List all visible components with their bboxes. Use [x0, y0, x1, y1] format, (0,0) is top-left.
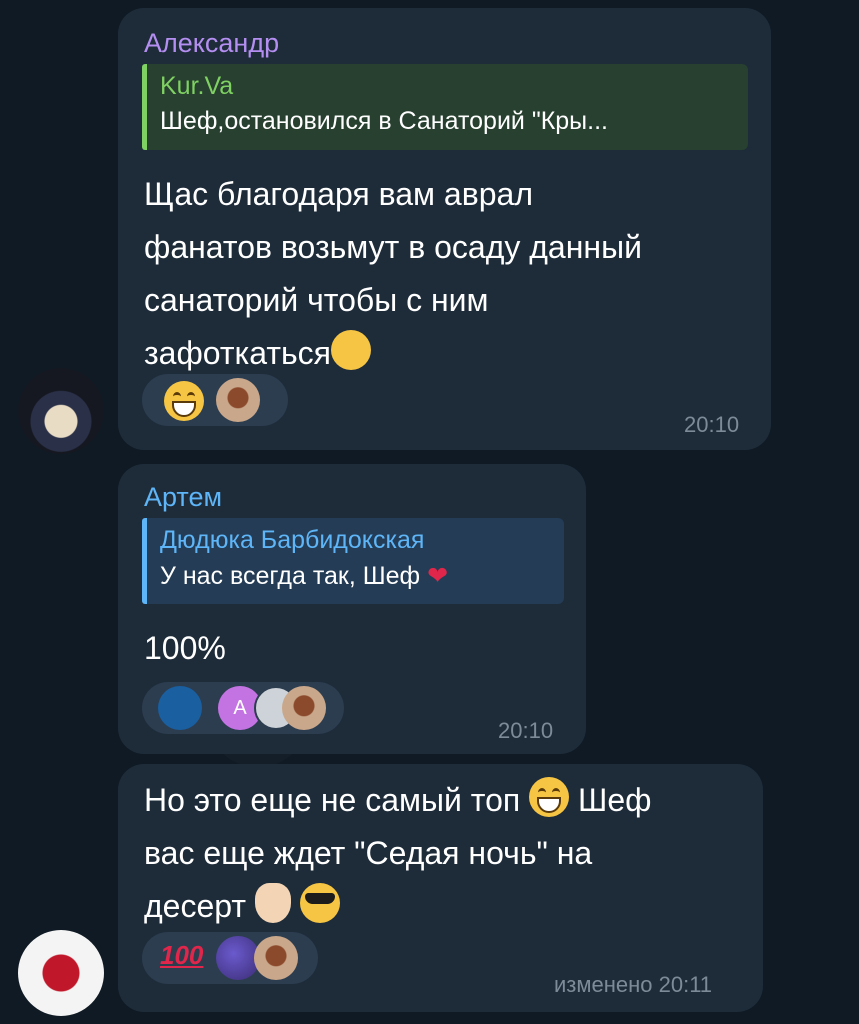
- message-bubble[interactable]: Александр Kur.Va Шеф,остановился в Санат…: [118, 8, 771, 450]
- reply-preview[interactable]: Kur.Va Шеф,остановился в Санаторий "Кры.…: [142, 64, 748, 150]
- message-text: Щас благодаря вам аврал фанатов возьмут …: [144, 176, 642, 371]
- sender-avatar[interactable]: [18, 368, 104, 454]
- sender-name[interactable]: Александр: [144, 28, 279, 59]
- sender-avatar[interactable]: [18, 930, 104, 1016]
- reactor-avatar: [282, 686, 326, 730]
- reaction-chip[interactable]: А: [142, 682, 344, 734]
- reply-preview[interactable]: Дюдюка Барбидокская У нас всегда так, Ше…: [142, 518, 564, 604]
- reply-sender-name: Дюдюка Барбидокская: [160, 526, 425, 554]
- reply-text: Шеф,остановился в Санаторий "Кры...: [160, 107, 608, 135]
- reactor-avatar: [254, 936, 298, 980]
- reply-text: У нас всегда так, Шеф ❤: [160, 562, 449, 590]
- message-bubble[interactable]: Артем Дюдюка Барбидокская У нас всегда т…: [118, 464, 586, 754]
- reply-sender-name: Kur.Va: [160, 72, 234, 100]
- message-text: Но это еще не самый топ Шеф вас еще ждет…: [144, 774, 651, 933]
- sunglasses-emoji: [299, 883, 340, 923]
- grinning-emoji: [529, 777, 570, 817]
- message-text: 100%: [144, 630, 226, 666]
- team-logo-avatar: [158, 686, 202, 730]
- ok-hand-emoji: [254, 883, 291, 923]
- sender-name[interactable]: Артем: [144, 482, 222, 513]
- reaction-chip[interactable]: [142, 374, 288, 426]
- red-heart-emoji: ❤: [427, 562, 449, 590]
- message-time: изменено 20:11: [554, 972, 713, 997]
- reaction-chip[interactable]: 100: [142, 932, 318, 984]
- reactor-avatar: [216, 378, 260, 422]
- grinning-emoji: [164, 381, 204, 421]
- joy-emoji: [331, 330, 371, 370]
- message-time: 20:10: [498, 718, 554, 743]
- hundred-points-emoji: 100: [160, 940, 204, 970]
- message-time: 20:10: [684, 412, 740, 437]
- message-bubble[interactable]: Но это еще не самый топ Шеф вас еще ждет…: [118, 764, 763, 1012]
